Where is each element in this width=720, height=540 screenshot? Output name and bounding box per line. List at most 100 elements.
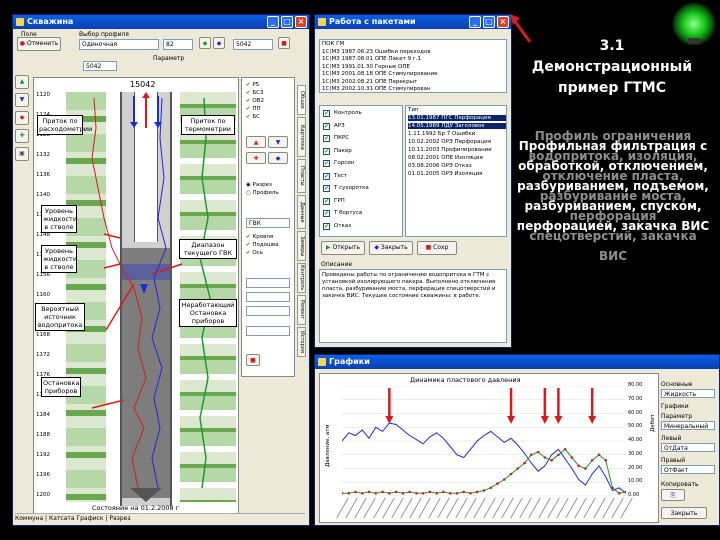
- layers-panel: ✔ P5 ✔ БС3 ✔ ОВ2 ✔ ПП ✔ БС ▲ ▼ ✚ ◆ ◉ Раз…: [241, 77, 295, 377]
- checkbox[interactable]: ✔: [323, 147, 330, 155]
- event-row[interactable]: 10.02.2002 ОРЭ Перфорация: [408, 139, 506, 145]
- tool-icon-5[interactable]: ▣: [15, 147, 29, 161]
- panel-field-3[interactable]: [246, 306, 290, 316]
- checkbox[interactable]: ✔: [323, 135, 330, 142]
- checklist-label: ГРП: [334, 197, 345, 204]
- layer-4[interactable]: ✔ ПП: [246, 106, 261, 112]
- checklist-label: Тест: [334, 172, 347, 179]
- checkbox[interactable]: ✔: [323, 122, 330, 130]
- history-row[interactable]: 1C(M3 2001.08.18 ОПЕ Стимулирование: [322, 71, 438, 77]
- history-list[interactable]: ПОК ГМ 1C(M3 1987.06.23 Ошибки переходов 1…: [319, 39, 507, 93]
- depth-tick: 1188: [36, 432, 50, 438]
- description-box[interactable]: Проведены работы по ограничению водоприт…: [319, 269, 507, 343]
- panel-btn-5[interactable]: ■: [246, 354, 260, 366]
- arrow-up-red-head: [142, 92, 150, 98]
- vtab-8[interactable]: История: [297, 327, 306, 357]
- callout-level-1: Уровень жидкости в стволе: [41, 205, 78, 233]
- option-2[interactable]: ✔ Подошва: [246, 242, 279, 248]
- save-button[interactable]: ■ Сохр: [417, 241, 457, 255]
- depth-tick: 1160: [36, 292, 50, 298]
- tool-btn-3[interactable]: ■: [278, 37, 290, 49]
- vtab-3[interactable]: Пласты: [297, 159, 306, 193]
- history-row[interactable]: 1C(M3 2002.10.31 ОПЕ Стимулирован: [322, 86, 431, 92]
- event-row[interactable]: 08.02.2001 ОПЕ Изоляция: [408, 155, 506, 161]
- checkbox[interactable]: ✔: [323, 222, 330, 230]
- layer-5[interactable]: ✔ БС: [246, 114, 260, 120]
- data-point: [347, 492, 351, 495]
- radio-2[interactable]: ○ Профиль: [246, 190, 279, 196]
- vtab-2[interactable]: Карточка: [297, 117, 306, 157]
- data-point: [367, 490, 371, 494]
- vtab-7[interactable]: Ремонт: [297, 295, 306, 325]
- event-row[interactable]: 10.11.2003 Профилирование: [408, 147, 506, 153]
- layer-3[interactable]: ✔ ОВ2: [246, 98, 264, 104]
- events-list[interactable]: Тип 13.01.1987 ПГС Перфорация 14.05.1989 Л…: [405, 105, 507, 237]
- option-1[interactable]: ✔ Кровля: [246, 234, 273, 240]
- history-row[interactable]: 1C(M3 1987.06.23 Ошибки переходов: [322, 49, 431, 55]
- arrow-down-left-head: [130, 122, 138, 128]
- param-select[interactable]: 82: [163, 39, 193, 50]
- pointer-arrow-icon: [510, 14, 532, 43]
- vtab-1[interactable]: Общее: [297, 85, 306, 115]
- gvk-select[interactable]: ГВК: [246, 218, 290, 228]
- panel-field-2[interactable]: [246, 292, 290, 302]
- history-row[interactable]: 1C(M3 1991.01.30 Горные ОПЕ: [322, 64, 410, 70]
- panel-btn-1[interactable]: ▲: [246, 136, 266, 148]
- open-button[interactable]: ▶ Открыть: [321, 241, 365, 255]
- copy-button[interactable]: ⎘: [661, 489, 685, 501]
- well-select[interactable]: 5042: [233, 39, 273, 50]
- history-row[interactable]: 1C(M3 2002.08.21 ОПЕ Перекрыт: [322, 79, 417, 85]
- well-number-field[interactable]: 5042: [83, 61, 117, 71]
- side-select-2[interactable]: Минеральный: [661, 421, 715, 430]
- checkbox[interactable]: ✔: [323, 172, 330, 180]
- checkbox[interactable]: ✔: [323, 110, 330, 117]
- event-row[interactable]: 03.08.2006 ОРЭ Отказ: [408, 163, 506, 169]
- panel-field-1[interactable]: [246, 278, 290, 288]
- tool-icon-1[interactable]: ▲: [15, 75, 29, 89]
- side-label-4: Левый: [661, 435, 682, 442]
- slide-title: 3.1 Демонстрационный пример ГТМС: [531, 38, 693, 96]
- panel-btn-2[interactable]: ▼: [268, 136, 288, 148]
- side-select-1[interactable]: Жидкость: [661, 389, 715, 398]
- layer-2[interactable]: ✔ БС3: [246, 90, 263, 96]
- option-3[interactable]: ✔ Ось: [246, 250, 263, 256]
- radio-1[interactable]: ◉ Разрез: [246, 182, 272, 188]
- close-chart-button[interactable]: Закрыть: [661, 507, 707, 519]
- side-select-4[interactable]: ОтФакт: [661, 465, 715, 474]
- tool-icon-3[interactable]: ◆: [15, 111, 29, 125]
- tool-btn-2[interactable]: ◆: [213, 37, 225, 49]
- history-row[interactable]: 1C(M3 1987.08.01 ОПЕ Пакет 9 г.1: [322, 56, 421, 62]
- minimize-button[interactable]: _: [267, 16, 279, 28]
- checkbox[interactable]: ✔: [323, 185, 330, 192]
- vtab-4[interactable]: Данные: [297, 195, 306, 229]
- event-row[interactable]: 01.01.2005 ОРЭ Изоляция: [408, 171, 506, 177]
- layer-1[interactable]: ✔ P5: [246, 82, 259, 88]
- checkbox[interactable]: ✔: [323, 210, 330, 217]
- side-select-3[interactable]: ОтДата: [661, 443, 715, 452]
- maximize-button[interactable]: □: [483, 16, 495, 28]
- panel-btn-4[interactable]: ◆: [268, 152, 288, 164]
- cancel-label: Отменить: [26, 40, 59, 47]
- vtab-5[interactable]: Замеры: [297, 231, 306, 261]
- tool-btn-1[interactable]: ◆: [199, 37, 211, 49]
- history-row[interactable]: ПОК ГМ: [322, 41, 344, 47]
- event-row[interactable]: Тип: [408, 107, 506, 113]
- callout-range: Диапазон текущего ГВК: [179, 239, 237, 259]
- tool-icon-4[interactable]: ✚: [15, 129, 29, 143]
- close-list-button[interactable]: ◆ Закрыть: [369, 241, 413, 255]
- panel-field-4[interactable]: [246, 326, 290, 336]
- tool-icon-2[interactable]: ▼: [15, 93, 29, 107]
- minimize-button[interactable]: _: [469, 16, 481, 28]
- profile-select[interactable]: Одиночная: [79, 39, 159, 50]
- event-row[interactable]: 13.01.1987 ПГС Перфорация: [408, 115, 506, 121]
- panel-btn-3[interactable]: ✚: [246, 152, 266, 164]
- cancel-button[interactable]: ● Отменить: [17, 37, 61, 51]
- event-row[interactable]: 14.05.1989 ЛДУ Заголовок: [408, 123, 506, 129]
- event-row[interactable]: 1.11.1992 Бр 7 Ошибки: [408, 131, 506, 137]
- maximize-button[interactable]: □: [281, 16, 293, 28]
- depth-tick: 1120: [36, 92, 50, 98]
- close-button[interactable]: ×: [295, 16, 307, 28]
- vtab-6[interactable]: Контроль: [297, 263, 306, 293]
- checkbox[interactable]: ✔: [323, 160, 330, 167]
- checkbox[interactable]: ✔: [323, 197, 330, 205]
